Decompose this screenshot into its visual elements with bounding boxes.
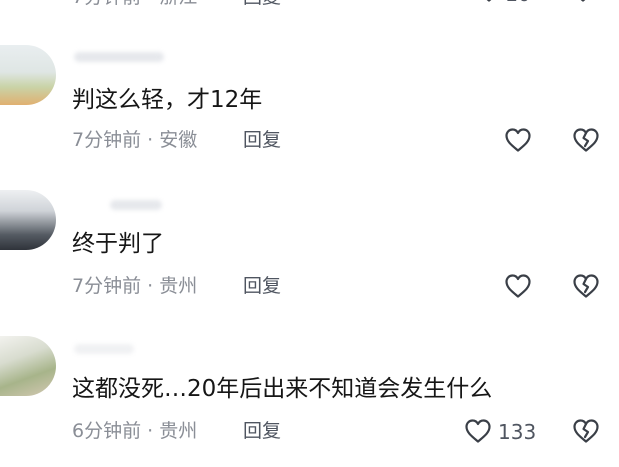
like-icon[interactable] (463, 416, 493, 446)
dislike-icon[interactable] (572, 0, 594, 8)
comment-location: 贵州 (159, 420, 198, 442)
like-icon[interactable] (503, 125, 533, 155)
comment-text: 这都没死…20年后出来不知道会发生什么 (72, 376, 493, 402)
reply-button[interactable]: 回复 (243, 0, 281, 10)
like-icon[interactable] (503, 271, 533, 301)
like-icon[interactable] (478, 0, 500, 8)
comment-time: 6分钟前 (72, 420, 142, 442)
previous-comment-partial: 7分钟前 · 浙江 回复 20 (0, 0, 619, 10)
comment-time: 7分钟前 (72, 129, 142, 151)
like-count: 133 (498, 420, 537, 444)
meta-separator: · (147, 420, 160, 442)
comment-text: 判这么轻，才12年 (72, 87, 263, 113)
comment-meta: 6分钟前 · 贵州 (72, 418, 197, 444)
reply-button[interactable]: 回复 (243, 418, 281, 444)
dislike-icon[interactable] (571, 416, 601, 446)
avatar[interactable] (0, 45, 56, 105)
username-blurred (74, 344, 134, 354)
meta-separator: · (147, 129, 160, 151)
avatar[interactable] (0, 190, 56, 250)
dislike-icon[interactable] (571, 271, 601, 301)
avatar[interactable] (0, 336, 56, 396)
meta-separator: · (147, 275, 160, 297)
comment-meta: 7分钟前 · 贵州 (72, 273, 197, 299)
comment-meta: 7分钟前 · 浙江 (72, 0, 197, 10)
comment-location: 贵州 (159, 275, 198, 297)
username-blurred (110, 200, 162, 210)
reply-button[interactable]: 回复 (243, 127, 281, 153)
dislike-icon[interactable] (571, 125, 601, 155)
comment-meta: 7分钟前 · 安徽 (72, 127, 197, 153)
reply-button[interactable]: 回复 (243, 273, 281, 299)
username-blurred (74, 52, 164, 62)
comment-time: 7分钟前 (72, 275, 142, 297)
comment-location: 安徽 (159, 129, 198, 151)
comment-text: 终于判了 (72, 231, 164, 257)
like-count: 20 (506, 0, 530, 6)
